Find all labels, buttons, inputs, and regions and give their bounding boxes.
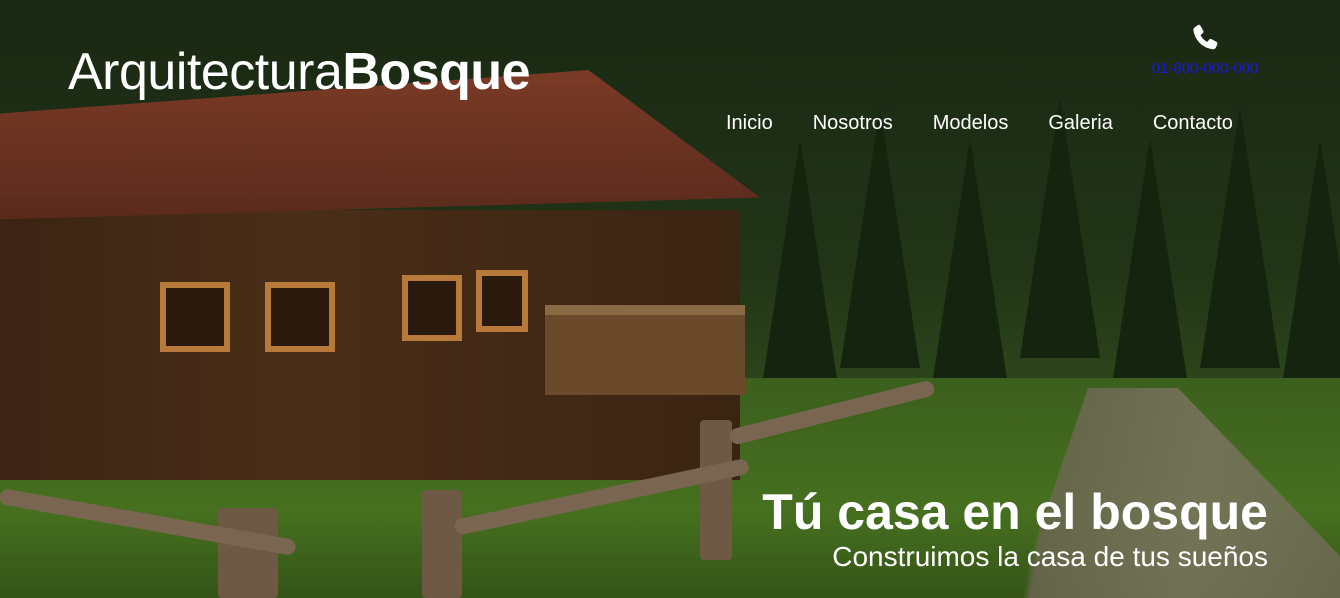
phone-icon [1193, 24, 1218, 50]
phone-contact: 01-800-000-000 [1142, 22, 1268, 77]
nav-item-contacto[interactable]: Contacto [1133, 112, 1253, 135]
hero-title: Tú casa en el bosque [762, 484, 1268, 540]
nav-item-nosotros[interactable]: Nosotros [793, 112, 913, 135]
hero-subtitle: Construimos la casa de tus sueños [832, 541, 1268, 572]
nav-item-modelos[interactable]: Modelos [913, 112, 1029, 135]
phone-number-link[interactable]: 01-800-000-000 [1142, 60, 1268, 77]
hero-section: ArquitecturaBosque 01-800-000-000 Inicio… [0, 0, 1340, 598]
logo-bold-text: Bosque [342, 43, 531, 101]
site-logo[interactable]: ArquitecturaBosque [68, 42, 531, 102]
hero-tagline: Tú casa en el bosque Construimos la casa… [762, 484, 1268, 574]
nav-item-galeria[interactable]: Galeria [1028, 112, 1132, 135]
main-nav: Inicio Nosotros Modelos Galeria Contacto [706, 112, 1253, 135]
logo-light-text: Arquitectura [68, 43, 343, 101]
nav-item-inicio[interactable]: Inicio [706, 112, 793, 135]
